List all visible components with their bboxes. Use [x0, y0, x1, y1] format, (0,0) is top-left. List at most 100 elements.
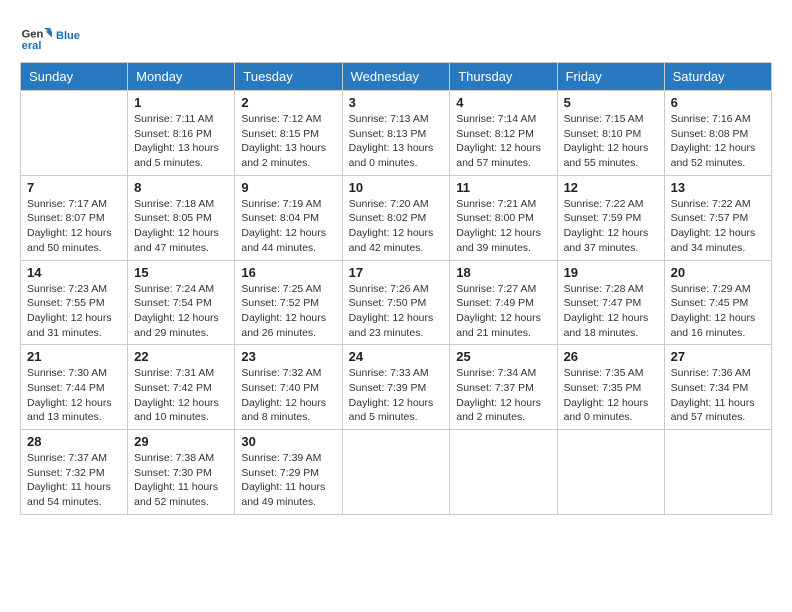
calendar-cell: 23 Sunrise: 7:32 AM Sunset: 7:40 PM Dayli… [235, 345, 342, 430]
day-number: 21 [27, 349, 121, 364]
day-info: Sunrise: 7:35 AM Sunset: 7:35 PM Dayligh… [564, 366, 658, 425]
day-info: Sunrise: 7:26 AM Sunset: 7:50 PM Dayligh… [349, 282, 444, 341]
day-info: Sunrise: 7:38 AM Sunset: 7:30 PM Dayligh… [134, 451, 228, 510]
calendar-cell: 29 Sunrise: 7:38 AM Sunset: 7:30 PM Dayli… [128, 430, 235, 515]
page-header: Gen eral Blue [20, 20, 772, 52]
calendar-cell: 11 Sunrise: 7:21 AM Sunset: 8:00 PM Dayli… [450, 175, 557, 260]
calendar-cell: 28 Sunrise: 7:37 AM Sunset: 7:32 PM Dayli… [21, 430, 128, 515]
day-info: Sunrise: 7:33 AM Sunset: 7:39 PM Dayligh… [349, 366, 444, 425]
calendar-cell: 6 Sunrise: 7:16 AM Sunset: 8:08 PM Daylig… [664, 91, 771, 176]
day-number: 30 [241, 434, 335, 449]
day-number: 9 [241, 180, 335, 195]
day-number: 27 [671, 349, 765, 364]
day-info: Sunrise: 7:14 AM Sunset: 8:12 PM Dayligh… [456, 112, 550, 171]
day-info: Sunrise: 7:34 AM Sunset: 7:37 PM Dayligh… [456, 366, 550, 425]
calendar-cell: 12 Sunrise: 7:22 AM Sunset: 7:59 PM Dayli… [557, 175, 664, 260]
day-info: Sunrise: 7:30 AM Sunset: 7:44 PM Dayligh… [27, 366, 121, 425]
day-info: Sunrise: 7:22 AM Sunset: 7:57 PM Dayligh… [671, 197, 765, 256]
logo: Gen eral Blue [20, 20, 80, 52]
svg-text:eral: eral [22, 40, 42, 52]
calendar-cell: 16 Sunrise: 7:25 AM Sunset: 7:52 PM Dayli… [235, 260, 342, 345]
day-info: Sunrise: 7:36 AM Sunset: 7:34 PM Dayligh… [671, 366, 765, 425]
day-info: Sunrise: 7:37 AM Sunset: 7:32 PM Dayligh… [27, 451, 121, 510]
day-info: Sunrise: 7:32 AM Sunset: 7:40 PM Dayligh… [241, 366, 335, 425]
calendar-cell: 27 Sunrise: 7:36 AM Sunset: 7:34 PM Dayli… [664, 345, 771, 430]
day-info: Sunrise: 7:22 AM Sunset: 7:59 PM Dayligh… [564, 197, 658, 256]
day-info: Sunrise: 7:24 AM Sunset: 7:54 PM Dayligh… [134, 282, 228, 341]
day-info: Sunrise: 7:28 AM Sunset: 7:47 PM Dayligh… [564, 282, 658, 341]
day-number: 1 [134, 95, 228, 110]
day-number: 6 [671, 95, 765, 110]
day-header-wednesday: Wednesday [342, 63, 450, 91]
day-number: 28 [27, 434, 121, 449]
calendar-table: SundayMondayTuesdayWednesdayThursdayFrid… [20, 62, 772, 515]
calendar-cell: 30 Sunrise: 7:39 AM Sunset: 7:29 PM Dayli… [235, 430, 342, 515]
calendar-cell: 14 Sunrise: 7:23 AM Sunset: 7:55 PM Dayli… [21, 260, 128, 345]
day-info: Sunrise: 7:13 AM Sunset: 8:13 PM Dayligh… [349, 112, 444, 171]
calendar-week-row: 1 Sunrise: 7:11 AM Sunset: 8:16 PM Daylig… [21, 91, 772, 176]
day-info: Sunrise: 7:39 AM Sunset: 7:29 PM Dayligh… [241, 451, 335, 510]
calendar-cell: 24 Sunrise: 7:33 AM Sunset: 7:39 PM Dayli… [342, 345, 450, 430]
day-info: Sunrise: 7:20 AM Sunset: 8:02 PM Dayligh… [349, 197, 444, 256]
calendar-cell [557, 430, 664, 515]
day-info: Sunrise: 7:18 AM Sunset: 8:05 PM Dayligh… [134, 197, 228, 256]
calendar-cell [664, 430, 771, 515]
calendar-cell: 9 Sunrise: 7:19 AM Sunset: 8:04 PM Daylig… [235, 175, 342, 260]
day-number: 18 [456, 265, 550, 280]
calendar-cell: 8Sunrise: 7:18 AM Sunset: 8:05 PM Daylig… [128, 175, 235, 260]
calendar-cell: 15 Sunrise: 7:24 AM Sunset: 7:54 PM Dayli… [128, 260, 235, 345]
day-info: Sunrise: 7:17 AM Sunset: 8:07 PM Dayligh… [27, 197, 121, 256]
logo-subtext: Blue [56, 30, 80, 42]
day-info: Sunrise: 7:25 AM Sunset: 7:52 PM Dayligh… [241, 282, 335, 341]
day-header-friday: Friday [557, 63, 664, 91]
calendar-week-row: 14 Sunrise: 7:23 AM Sunset: 7:55 PM Dayli… [21, 260, 772, 345]
day-number: 16 [241, 265, 335, 280]
day-number: 17 [349, 265, 444, 280]
day-info: Sunrise: 7:11 AM Sunset: 8:16 PM Dayligh… [134, 112, 228, 171]
day-info: Sunrise: 7:16 AM Sunset: 8:08 PM Dayligh… [671, 112, 765, 171]
day-info: Sunrise: 7:19 AM Sunset: 8:04 PM Dayligh… [241, 197, 335, 256]
day-number: 11 [456, 180, 550, 195]
day-number: 20 [671, 265, 765, 280]
day-info: Sunrise: 7:12 AM Sunset: 8:15 PM Dayligh… [241, 112, 335, 171]
calendar-cell [450, 430, 557, 515]
calendar-cell: 13Sunrise: 7:22 AM Sunset: 7:57 PM Dayli… [664, 175, 771, 260]
calendar-cell: 7 Sunrise: 7:17 AM Sunset: 8:07 PM Daylig… [21, 175, 128, 260]
day-info: Sunrise: 7:21 AM Sunset: 8:00 PM Dayligh… [456, 197, 550, 256]
day-number: 29 [134, 434, 228, 449]
calendar-cell: 19 Sunrise: 7:28 AM Sunset: 7:47 PM Dayli… [557, 260, 664, 345]
calendar-cell: 21 Sunrise: 7:30 AM Sunset: 7:44 PM Dayli… [21, 345, 128, 430]
day-number: 19 [564, 265, 658, 280]
day-number: 22 [134, 349, 228, 364]
calendar-week-row: 28 Sunrise: 7:37 AM Sunset: 7:32 PM Dayli… [21, 430, 772, 515]
logo-icon: Gen eral [20, 20, 52, 52]
calendar-cell [21, 91, 128, 176]
calendar-cell: 17 Sunrise: 7:26 AM Sunset: 7:50 PM Dayli… [342, 260, 450, 345]
day-info: Sunrise: 7:15 AM Sunset: 8:10 PM Dayligh… [564, 112, 658, 171]
day-number: 24 [349, 349, 444, 364]
day-number: 5 [564, 95, 658, 110]
calendar-week-row: 7 Sunrise: 7:17 AM Sunset: 8:07 PM Daylig… [21, 175, 772, 260]
day-number: 2 [241, 95, 335, 110]
day-number: 12 [564, 180, 658, 195]
calendar-cell: 18Sunrise: 7:27 AM Sunset: 7:49 PM Dayli… [450, 260, 557, 345]
day-number: 3 [349, 95, 444, 110]
day-header-thursday: Thursday [450, 63, 557, 91]
day-number: 7 [27, 180, 121, 195]
calendar-cell [342, 430, 450, 515]
day-header-tuesday: Tuesday [235, 63, 342, 91]
calendar-cell: 20Sunrise: 7:29 AM Sunset: 7:45 PM Dayli… [664, 260, 771, 345]
calendar-week-row: 21 Sunrise: 7:30 AM Sunset: 7:44 PM Dayli… [21, 345, 772, 430]
day-header-saturday: Saturday [664, 63, 771, 91]
calendar-cell: 26 Sunrise: 7:35 AM Sunset: 7:35 PM Dayli… [557, 345, 664, 430]
day-header-monday: Monday [128, 63, 235, 91]
day-info: Sunrise: 7:31 AM Sunset: 7:42 PM Dayligh… [134, 366, 228, 425]
day-number: 23 [241, 349, 335, 364]
day-number: 15 [134, 265, 228, 280]
day-number: 4 [456, 95, 550, 110]
day-info: Sunrise: 7:23 AM Sunset: 7:55 PM Dayligh… [27, 282, 121, 341]
calendar-cell: 2 Sunrise: 7:12 AM Sunset: 8:15 PM Daylig… [235, 91, 342, 176]
calendar-cell: 22 Sunrise: 7:31 AM Sunset: 7:42 PM Dayli… [128, 345, 235, 430]
day-number: 26 [564, 349, 658, 364]
day-number: 14 [27, 265, 121, 280]
